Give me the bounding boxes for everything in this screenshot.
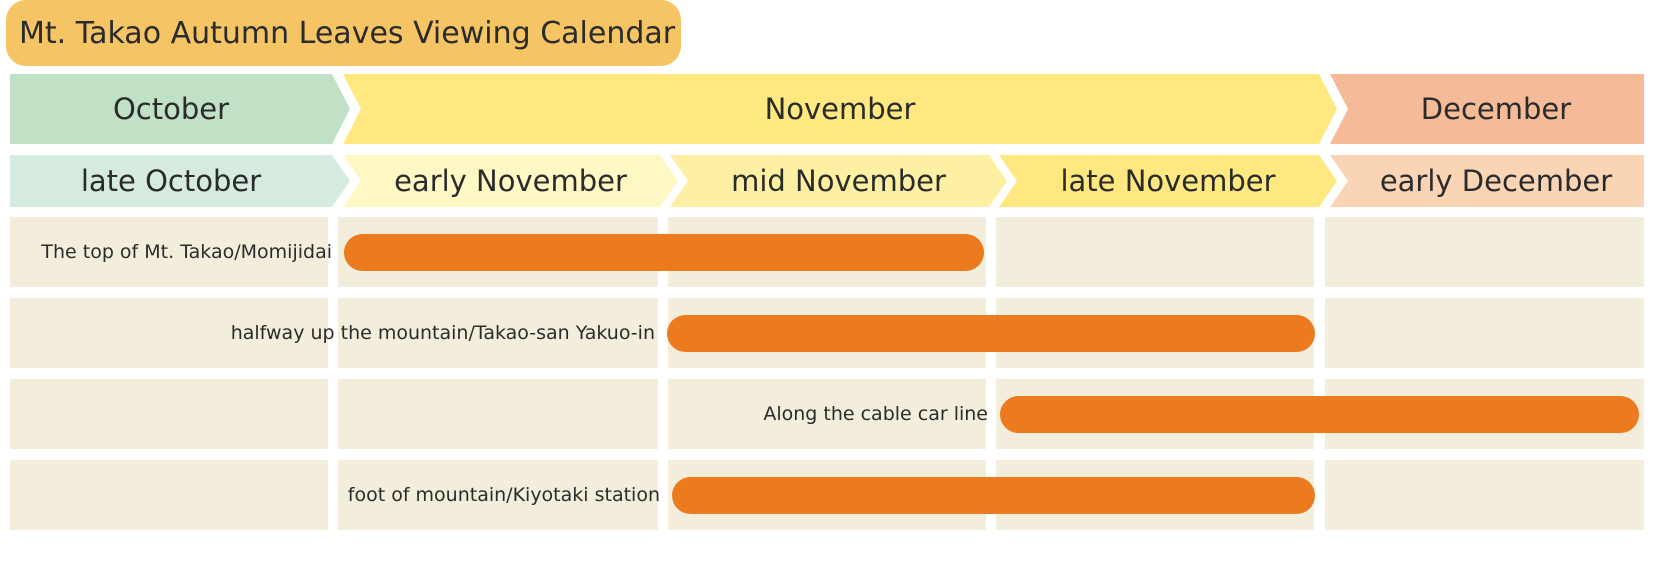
grid-cell [1325,298,1644,368]
month-label: December [1420,92,1572,126]
viewing-period-bar [1000,396,1639,433]
period-label: early December [1379,164,1613,198]
period-label: late November [1060,164,1276,198]
month-label: November [764,92,916,126]
period-label: late October [80,164,262,198]
viewing-period-bar [672,477,1315,514]
grid-cell [996,217,1314,287]
grid-cell [10,379,328,449]
grid-cell [10,460,328,530]
grid-cell [338,379,658,449]
period-label: early November [394,164,627,198]
viewing-period-bar [667,315,1315,352]
location-label: halfway up the mountain/Takao-san Yakuo-… [230,322,655,344]
location-label: foot of mountain/Kiyotaki station [347,484,660,506]
month-label: October [112,92,230,126]
viewing-period-bar [344,234,984,271]
grid-cell [1325,460,1644,530]
grid-cell [1325,217,1644,287]
period-label: mid November [731,164,946,198]
location-label: Along the cable car line [763,403,988,425]
location-label: The top of Mt. Takao/Momijidai [41,241,332,263]
